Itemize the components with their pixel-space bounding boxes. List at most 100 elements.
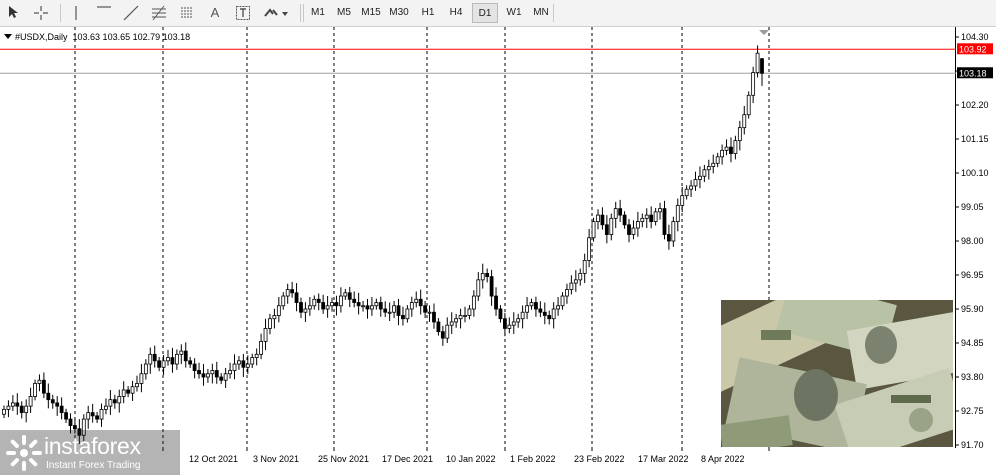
candle-body (201, 373, 206, 378)
timeframe-w1[interactable]: W1 (501, 3, 527, 23)
candle-body (511, 321, 516, 326)
candle-body (454, 318, 459, 323)
candle-body (237, 360, 241, 365)
candle-body (24, 405, 29, 414)
candle-body (117, 396, 122, 404)
collapse-triangle-icon[interactable] (4, 34, 12, 39)
symbol-name: #USDX,Daily (15, 32, 68, 42)
price-tick-label: 95.90 (961, 304, 984, 314)
candle-body (15, 402, 20, 407)
candle-body (587, 237, 592, 261)
text-label-icon[interactable] (232, 3, 254, 23)
candle-body (139, 373, 144, 384)
timeframe-m30[interactable]: M30 (386, 3, 412, 23)
shapes-icon[interactable] (260, 3, 292, 23)
candle-body (667, 234, 671, 242)
candle-body (471, 295, 476, 310)
fibonacci-icon[interactable] (148, 3, 170, 23)
timeframe-h1[interactable]: H1 (415, 3, 441, 23)
price-tick-label: 91.70 (961, 440, 984, 450)
timeframe-m1[interactable]: M1 (305, 3, 331, 23)
candle-body (206, 373, 210, 378)
candle-body (698, 175, 702, 180)
candle-body (742, 114, 747, 129)
toolbar-separator (303, 4, 304, 22)
dollar-bills-image (721, 300, 953, 447)
candle-body (33, 383, 37, 397)
timeframe-m5[interactable]: M5 (331, 3, 357, 23)
candle-body (352, 298, 357, 303)
date-tick-label: 23 Feb 2022 (574, 454, 625, 464)
candle-body (330, 302, 334, 307)
candle-body (37, 379, 42, 384)
toolbar-separator (553, 4, 554, 22)
price-tick-label: 101.15 (961, 134, 989, 144)
timeframe-h4[interactable]: H4 (443, 3, 469, 23)
candle-body (746, 94, 751, 116)
candle-body (653, 211, 658, 222)
candle-body (188, 360, 193, 365)
candle-body (631, 227, 636, 235)
price-tick-label: 93.80 (961, 372, 984, 382)
candle-body (476, 279, 481, 297)
timeframe-m15[interactable]: M15 (358, 3, 384, 23)
high-price-label: 103.92 (959, 44, 987, 54)
candle-body (609, 217, 614, 235)
candle-body (733, 140, 738, 154)
toolbar-separator (300, 4, 301, 22)
candle-body (259, 340, 263, 355)
candle-body (214, 370, 219, 378)
candle-body (463, 315, 467, 317)
candle-body (95, 415, 99, 420)
candle-body (547, 315, 552, 320)
candle-body (374, 302, 379, 307)
candle-body (649, 214, 654, 222)
timeframe-mn[interactable]: MN (528, 3, 554, 23)
candle-body (59, 405, 64, 414)
timeframe-d1[interactable]: D1 (472, 3, 498, 23)
candle-body (658, 208, 662, 213)
candle-body (19, 405, 24, 414)
brand-tagline: Instant Forex Trading (46, 460, 141, 471)
date-tick-label: 17 Mar 2022 (638, 454, 689, 464)
candle-body (427, 311, 432, 314)
text-icon[interactable]: A (204, 3, 226, 23)
candle-body (365, 305, 370, 310)
date-tick-label: 1 Feb 2022 (510, 454, 556, 464)
candle-body (303, 308, 308, 313)
candle-body (760, 58, 764, 74)
candle-body (409, 302, 414, 310)
candle-body (556, 305, 560, 310)
current-price-label: 103.18 (959, 68, 987, 78)
candle-body (321, 302, 326, 310)
crosshair-icon[interactable] (30, 3, 52, 23)
candle-body (112, 399, 117, 404)
candle-body (578, 272, 583, 281)
candle-body (347, 292, 352, 300)
candle-body (170, 357, 175, 365)
candle-body (538, 308, 543, 313)
candle-body (183, 350, 188, 362)
vertical-line-icon[interactable] (66, 3, 86, 23)
candle-body (724, 146, 729, 151)
candle-body (383, 308, 388, 313)
candle-body (600, 214, 605, 226)
candle-body (458, 315, 463, 320)
candle-body (622, 214, 627, 226)
symbol-info: #USDX,Daily 103.63 103.65 102.79 103.18 (4, 32, 190, 42)
price-tick-label: 94.85 (961, 338, 984, 348)
candle-body (223, 373, 228, 381)
fibonacci-fan-icon[interactable] (176, 3, 198, 23)
horizontal-line-icon[interactable] (93, 3, 115, 23)
candle-body (489, 276, 494, 297)
date-tick-label: 3 Nov 2021 (253, 454, 299, 464)
candle-body (299, 302, 303, 313)
price-tick-label: 100.10 (961, 168, 989, 178)
cursor-icon[interactable] (4, 3, 22, 23)
candle-body (370, 305, 374, 310)
candle-body (192, 363, 197, 371)
candle-body (467, 308, 472, 316)
candle-body (485, 272, 490, 278)
trend-line-icon[interactable] (120, 3, 142, 23)
candle-body (281, 295, 286, 307)
